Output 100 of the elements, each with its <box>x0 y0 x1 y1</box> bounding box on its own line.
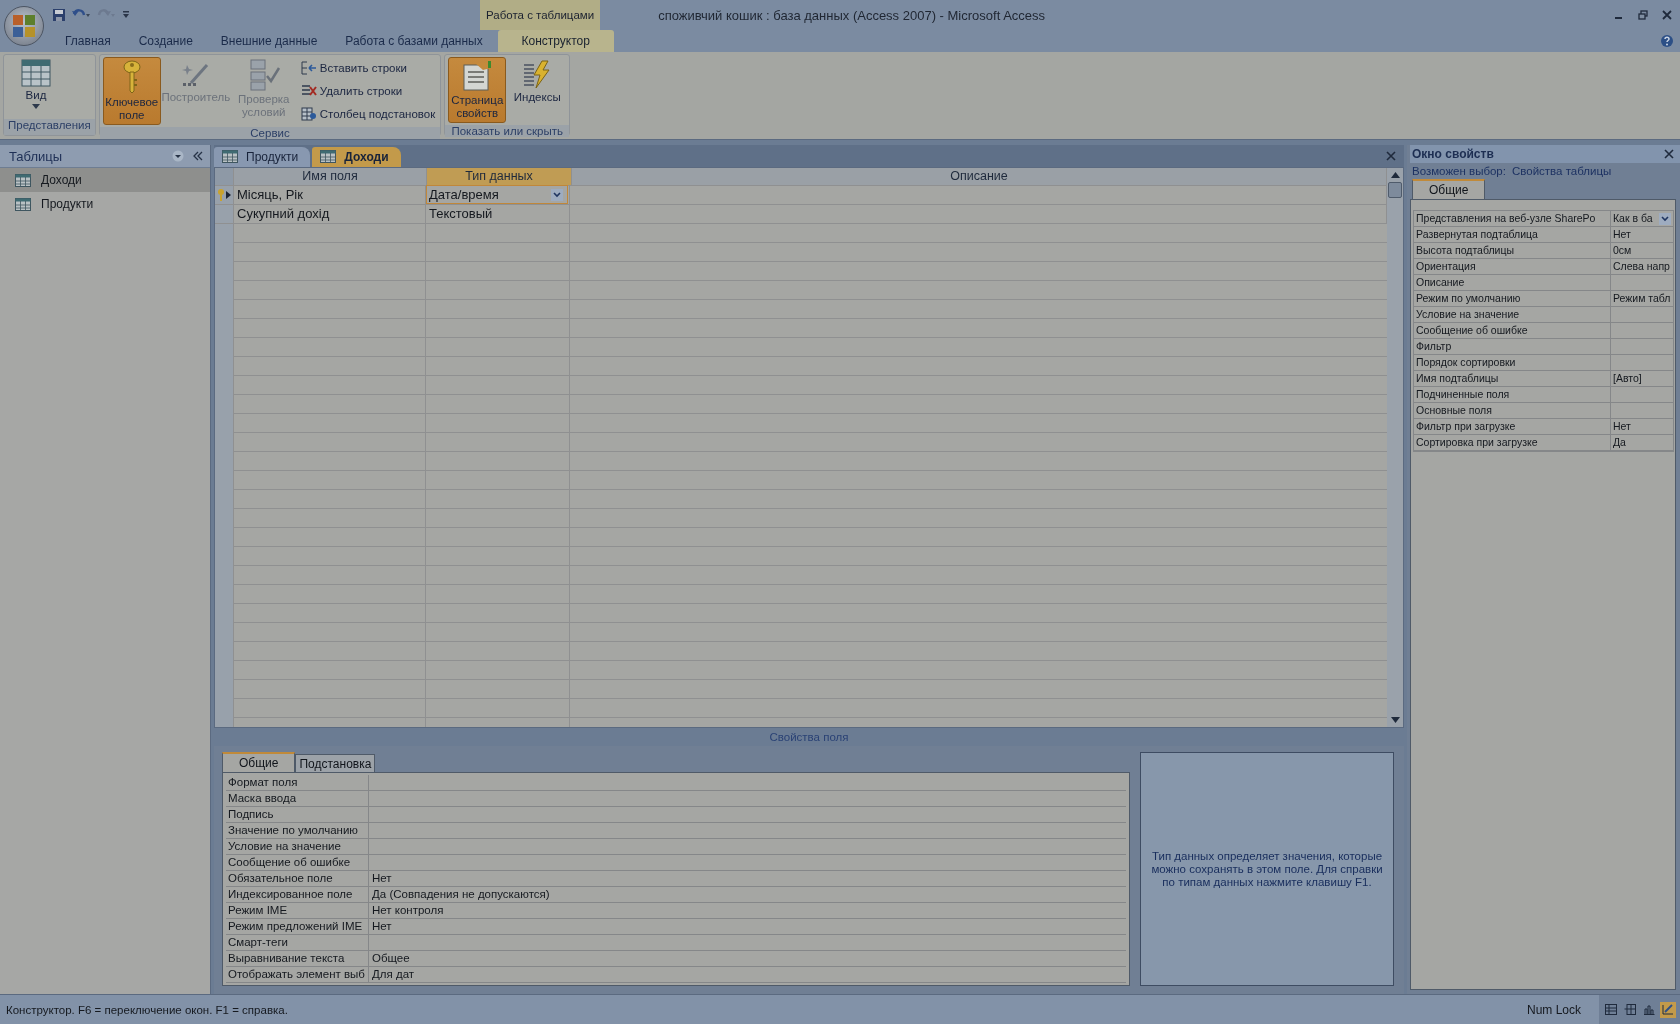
properties-tab[interactable]: Общие <box>222 752 296 772</box>
group-label: Представления <box>4 119 95 135</box>
dropdown-icon[interactable] <box>172 150 184 162</box>
indexes-icon <box>522 59 553 89</box>
group-label: Показать или скрыть <box>445 125 570 137</box>
window-title: споживчий кошик : база данных (Access 2007) - Microsoft Access <box>658 7 1046 23</box>
table-icon <box>222 150 238 164</box>
document-tab[interactable]: Доходи <box>312 146 401 167</box>
table-icon <box>15 197 31 211</box>
view-button[interactable] <box>1603 1001 1619 1018</box>
property-name: Обязательное поле <box>226 871 369 886</box>
property-name: Подпись <box>226 807 369 822</box>
property-name: Условие на значение <box>226 839 369 854</box>
property-value[interactable]: Как в ба <box>1611 211 1673 226</box>
property-name: Высота подтаблицы <box>1414 243 1611 258</box>
scroll-down-icon[interactable] <box>1390 717 1400 723</box>
collapse-icon[interactable] <box>192 150 204 162</box>
properties-tab[interactable]: Общие <box>1412 179 1486 199</box>
property-value[interactable]: Общее <box>369 951 1126 966</box>
office-button[interactable] <box>4 6 44 46</box>
group-label: Сервис <box>99 127 441 139</box>
property-name: Сортировка при загрузке <box>1414 435 1611 450</box>
property-name: Развернутая подтаблица <box>1414 227 1611 242</box>
restore-icon[interactable] <box>1638 10 1648 20</box>
table-cell: Сукупний дохід <box>234 204 426 223</box>
scrollbar-thumb[interactable] <box>1388 181 1402 198</box>
property-sheet-icon <box>461 60 494 92</box>
close-icon[interactable] <box>1386 150 1396 161</box>
ribbon-button[interactable]: Ключевое поле <box>102 57 161 125</box>
status-text: Конструктор. F6 = переключение окон. F1 = справка. <box>6 1003 288 1016</box>
property-name: Основные поля <box>1414 403 1611 418</box>
property-name: Порядок сортировки <box>1414 355 1611 370</box>
context-tab-group-label: Работа с таблицами <box>480 0 601 30</box>
delete-rows-icon <box>300 84 317 98</box>
property-value[interactable]: Да <box>1611 435 1673 450</box>
ribbon-tab[interactable]: Создание <box>125 30 206 52</box>
close-icon[interactable] <box>1662 10 1672 20</box>
table-icon <box>15 173 31 187</box>
property-name: Режим предложений IME <box>226 919 369 934</box>
office-logo-icon <box>11 13 37 39</box>
property-value[interactable]: [Авто] <box>1611 371 1673 386</box>
nav-item[interactable]: Доходи <box>0 168 210 192</box>
lookup-column-icon <box>300 106 317 121</box>
ribbon-button[interactable]: Страница свойств <box>448 57 507 123</box>
property-value[interactable]: Нет <box>1611 227 1673 242</box>
property-name: Отображать элемент выб <box>226 967 369 982</box>
property-value[interactable]: Нет контроля <box>369 903 1126 918</box>
ribbon-button[interactable]: Индексы <box>508 57 567 123</box>
ribbon-button[interactable]: Столбец подстановок <box>300 103 436 124</box>
property-name: Сообщение об ошибке <box>1414 323 1611 338</box>
ribbon-button[interactable]: Вставить строки <box>300 58 436 79</box>
table-cell: Текстовый <box>429 206 493 222</box>
property-value[interactable]: Нет <box>369 919 1126 934</box>
ribbon-button[interactable]: Вид <box>7 57 65 117</box>
save-icon[interactable] <box>52 8 66 22</box>
property-value[interactable]: Слева напр <box>1611 259 1673 274</box>
close-icon[interactable] <box>1664 149 1674 159</box>
properties-tab[interactable]: Подстановка <box>295 754 376 772</box>
property-name: Описание <box>1414 275 1611 290</box>
section-title: Свойства поля <box>768 730 850 745</box>
chart-icon <box>1643 1004 1655 1015</box>
help-text: Тип данных определяет значения, которые можно сохранять в этом поле. Для справки по типам данных нажмите клавишу F1. <box>1150 849 1384 889</box>
property-name: Ориентация <box>1414 259 1611 274</box>
property-value[interactable]: Режим табл <box>1611 291 1673 306</box>
vertical-scrollbar[interactable] <box>1387 167 1403 727</box>
property-name: Смарт-теги <box>226 935 369 950</box>
customize-caret-icon[interactable] <box>121 10 131 20</box>
selection-label: Возможен выбор: <box>1412 165 1506 177</box>
property-name: Фильтр <box>1414 339 1611 354</box>
num-lock-indicator: Num Lock <box>1525 1002 1582 1017</box>
property-name: Представления на веб-узле SharePo <box>1414 211 1611 226</box>
data-type-dropdown[interactable]: Дата/время <box>426 185 568 205</box>
property-name: Маска ввода <box>226 791 369 806</box>
ribbon-tab[interactable]: Конструктор <box>497 30 614 52</box>
pivot-table-icon <box>1624 1004 1636 1015</box>
property-value[interactable]: Нет <box>369 871 1126 886</box>
property-value[interactable]: 0см <box>1611 243 1673 258</box>
property-value[interactable]: Для дат <box>369 967 1126 982</box>
view-button[interactable] <box>1622 1001 1638 1018</box>
ribbon-button[interactable]: Удалить строки <box>300 81 436 101</box>
property-sheet-title: Окно свойств <box>1412 147 1494 161</box>
selection-type: Свойства таблицы <box>1511 165 1612 177</box>
ribbon-tab[interactable]: Внешние данные <box>207 30 331 52</box>
property-name: Режим IME <box>226 903 369 918</box>
property-name: Подчиненные поля <box>1414 387 1611 402</box>
property-name: Имя подтаблицы <box>1414 371 1611 386</box>
ribbon-tab[interactable]: Главная <box>52 30 124 52</box>
nav-pane-title: Таблицы <box>9 148 64 164</box>
ribbon-tab[interactable]: Работа с базами данных <box>332 30 496 52</box>
property-name: Значение по умолчанию <box>226 823 369 838</box>
property-value[interactable]: Да (Совпадения не допускаются) <box>369 887 1126 902</box>
property-value[interactable]: Нет <box>1611 419 1673 434</box>
table-icon <box>21 59 51 87</box>
nav-item[interactable]: Продукти <box>0 192 210 216</box>
property-name: Формат поля <box>226 775 369 790</box>
scroll-up-icon[interactable] <box>1390 171 1400 178</box>
document-tab[interactable]: Продукти <box>214 146 311 167</box>
help-icon[interactable] <box>1660 34 1674 48</box>
insert-rows-icon <box>300 61 317 76</box>
view-button[interactable] <box>1660 1001 1676 1018</box>
